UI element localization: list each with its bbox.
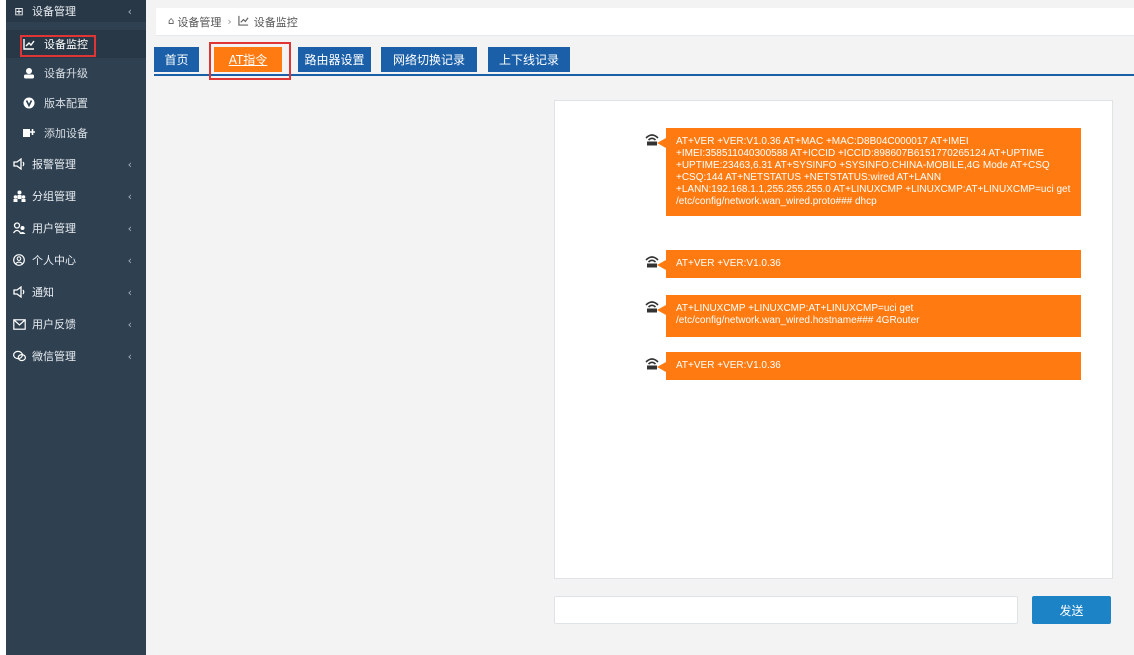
breadcrumb-home[interactable]: 设备管理 — [177, 14, 221, 30]
chevron-left-icon: ‹ — [127, 317, 132, 331]
sidebar-item-feedback[interactable]: 用户反馈 ‹ — [6, 308, 146, 340]
highlight-box — [209, 42, 291, 80]
person-circle-icon — [12, 253, 26, 267]
command-input[interactable] — [554, 596, 1018, 624]
speaker-icon — [12, 285, 26, 299]
group-icon — [12, 189, 26, 203]
message-bubble: AT+VER +VER:V1.0.36 — [657, 250, 1081, 278]
chevron-left-icon: ‹ — [127, 221, 132, 235]
highlight-box — [20, 35, 96, 57]
sidebar-subitem-label: 设备升级 — [44, 67, 88, 80]
message-bubble: AT+VER +VER:V1.0.36 — [657, 352, 1081, 380]
users-icon — [12, 221, 26, 235]
sidebar-item-notify[interactable]: 通知 ‹ — [6, 276, 146, 308]
breadcrumb: ⌂ 设备管理 › 设备监控 — [156, 8, 1134, 36]
sidebar-subitem-version-config[interactable]: 版本配置 — [6, 88, 146, 118]
message-item: AT+VER +VER:V1.0.36 AT+MAC +MAC:D8B04C00… — [644, 128, 1081, 216]
sidebar-item-label: 用户反馈 — [32, 318, 76, 331]
sidebar-subitem-add-device[interactable]: 添加设备 — [6, 118, 146, 148]
sidebar: ⊞ 设备管理 ‹ 设备监控 设备升级 版本配置 添加设备 报警管理 ‹ 分组管理… — [6, 0, 146, 655]
breadcrumb-separator: › — [227, 15, 232, 28]
chevron-left-icon: ‹ — [127, 285, 132, 299]
chevron-left-icon: ‹ — [127, 253, 132, 267]
chevron-left-icon: ‹ — [127, 4, 132, 18]
message-item: AT+VER +VER:V1.0.36 — [644, 352, 1081, 380]
tab-bar: 首页 AT指令 路由器设置 网络切换记录 上下线记录 — [154, 47, 1134, 76]
sidebar-item-group[interactable]: 分组管理 ‹ — [6, 180, 146, 212]
message-bubble: AT+LINUXCMP +LINUXCMP:AT+LINUXCMP=uci ge… — [657, 295, 1081, 337]
add-device-icon — [22, 126, 36, 140]
sidebar-subitem-label: 添加设备 — [44, 127, 88, 140]
chart-icon — [238, 15, 249, 29]
sidebar-item-label: 分组管理 — [32, 190, 76, 203]
sidebar-item-label: 设备管理 — [32, 5, 76, 18]
chevron-left-icon: ‹ — [127, 157, 132, 171]
tab-home[interactable]: 首页 — [154, 47, 199, 72]
sidebar-subitem-device-upgrade[interactable]: 设备升级 — [6, 58, 146, 88]
message-bubble: AT+VER +VER:V1.0.36 AT+MAC +MAC:D8B04C00… — [657, 128, 1081, 216]
mail-icon — [12, 317, 26, 331]
sidebar-item-personal-center[interactable]: 个人中心 ‹ — [6, 244, 146, 276]
send-button[interactable]: 发送 — [1032, 596, 1111, 624]
speaker-icon — [12, 157, 26, 171]
wechat-icon — [12, 349, 26, 363]
grid-icon: ⊞ — [14, 4, 24, 18]
sidebar-item-device-management[interactable]: ⊞ 设备管理 ‹ — [6, 0, 146, 22]
sidebar-item-label: 个人中心 — [32, 254, 76, 267]
sidebar-item-label: 报警管理 — [32, 158, 76, 171]
breadcrumb-current: 设备监控 — [253, 15, 298, 29]
tab-network-switch-log[interactable]: 网络切换记录 — [381, 47, 477, 72]
user-icon — [22, 66, 36, 80]
chevron-left-icon: ‹ — [127, 349, 132, 363]
sidebar-item-label: 通知 — [32, 286, 54, 299]
sidebar-item-label: 微信管理 — [32, 350, 76, 363]
circle-v-icon — [22, 96, 36, 110]
message-item: AT+LINUXCMP +LINUXCMP:AT+LINUXCMP=uci ge… — [644, 295, 1081, 337]
tab-online-offline-log[interactable]: 上下线记录 — [488, 47, 570, 72]
sidebar-item-users[interactable]: 用户管理 ‹ — [6, 212, 146, 244]
chevron-left-icon: ‹ — [127, 189, 132, 203]
sidebar-item-label: 用户管理 — [32, 222, 76, 235]
home-icon: ⌂ — [168, 16, 175, 27]
message-item: AT+VER +VER:V1.0.36 — [644, 250, 1081, 278]
sidebar-item-alarm[interactable]: 报警管理 ‹ — [6, 148, 146, 180]
sidebar-subitem-label: 版本配置 — [44, 97, 88, 110]
tab-router-settings[interactable]: 路由器设置 — [298, 47, 371, 72]
sidebar-item-wechat[interactable]: 微信管理 ‹ — [6, 340, 146, 372]
